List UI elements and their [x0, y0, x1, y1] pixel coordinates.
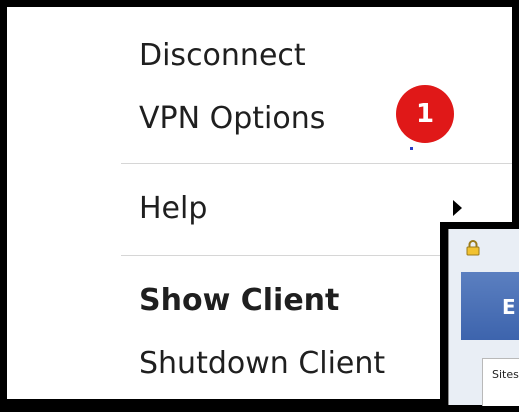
callout-badge: 1 — [396, 85, 454, 143]
menu-item-help[interactable]: Help — [139, 194, 207, 224]
menu-item-disconnect[interactable]: Disconnect — [139, 41, 306, 71]
lock-icon — [466, 240, 480, 256]
menu-separator — [121, 163, 512, 164]
banner-text: E — [502, 295, 516, 319]
menu-item-show-client[interactable]: Show Client — [139, 286, 339, 316]
menu-item-vpn-options[interactable]: VPN Options — [139, 104, 325, 134]
sites-panel — [482, 358, 519, 406]
cursor-dot — [410, 147, 413, 150]
submenu-arrow-icon — [453, 200, 462, 216]
context-menu: Disconnect VPN Options Help Show Client … — [7, 7, 512, 399]
sites-label: Sites — [492, 369, 519, 380]
menu-item-shutdown-client[interactable]: Shutdown Client — [139, 349, 385, 379]
